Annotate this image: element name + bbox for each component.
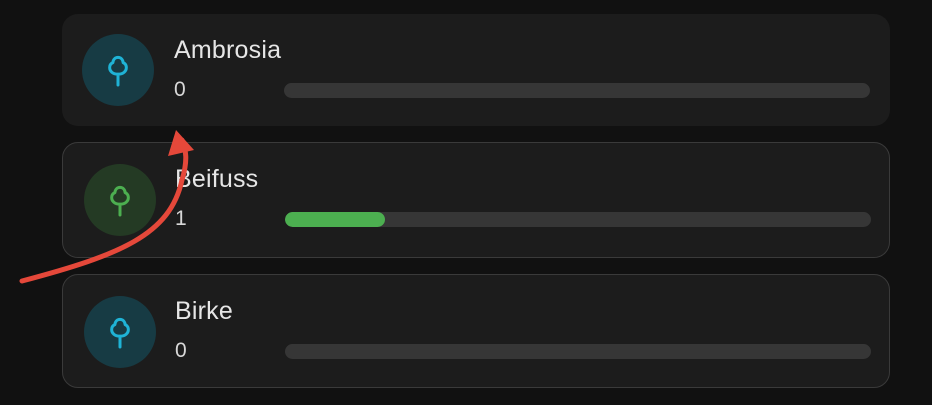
avatar bbox=[82, 34, 154, 106]
allergen-card-birke[interactable]: Birke 0 bbox=[62, 274, 890, 388]
tree-icon bbox=[108, 55, 128, 87]
tree-icon bbox=[110, 185, 130, 217]
allergen-value: 0 bbox=[174, 78, 186, 101]
tree-icon bbox=[110, 317, 130, 349]
allergen-value: 0 bbox=[175, 339, 187, 362]
allergen-card-beifuss[interactable]: Beifuss 1 bbox=[62, 142, 890, 258]
allergen-card-ambrosia[interactable]: Ambrosia 0 bbox=[62, 14, 890, 126]
allergen-name: Beifuss bbox=[175, 165, 259, 193]
avatar bbox=[84, 296, 156, 368]
level-bar bbox=[285, 212, 871, 227]
level-bar-fill bbox=[285, 212, 385, 227]
level-bar bbox=[285, 344, 871, 359]
level-bar bbox=[284, 83, 870, 98]
pollen-dashboard: Ambrosia 0 Beifuss 1 Birke 0 bbox=[0, 0, 932, 405]
allergen-name: Ambrosia bbox=[174, 36, 282, 64]
allergen-name: Birke bbox=[175, 297, 233, 325]
allergen-value: 1 bbox=[175, 207, 187, 230]
avatar bbox=[84, 164, 156, 236]
